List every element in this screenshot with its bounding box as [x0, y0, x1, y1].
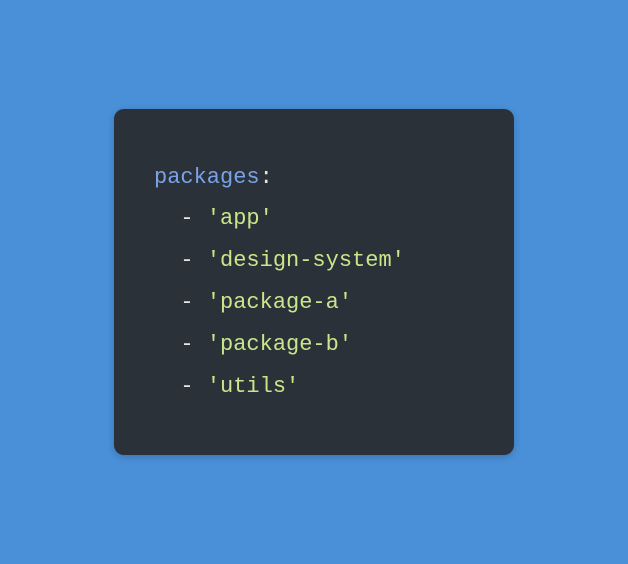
- yaml-string: 'utils': [207, 374, 299, 399]
- yaml-list-item: - 'utils': [154, 366, 474, 408]
- yaml-list-item: - 'design-system': [154, 240, 474, 282]
- yaml-dash: -: [180, 332, 206, 357]
- yaml-list-item: - 'package-a': [154, 282, 474, 324]
- yaml-indent: [154, 374, 180, 399]
- yaml-dash: -: [180, 374, 206, 399]
- yaml-list-item: - 'package-b': [154, 324, 474, 366]
- yaml-list-item: - 'app': [154, 198, 474, 240]
- yaml-string: 'package-a': [207, 290, 352, 315]
- yaml-dash: -: [180, 290, 206, 315]
- yaml-indent: [154, 248, 180, 273]
- yaml-string: 'design-system': [207, 248, 405, 273]
- yaml-indent: [154, 206, 180, 231]
- yaml-code-block: packages: - 'app' - 'design-system' - 'p…: [114, 109, 514, 456]
- yaml-dash: -: [180, 248, 206, 273]
- yaml-colon: :: [260, 165, 273, 190]
- yaml-indent: [154, 290, 180, 315]
- yaml-key: packages: [154, 165, 260, 190]
- yaml-string: 'app': [207, 206, 273, 231]
- yaml-dash: -: [180, 206, 206, 231]
- yaml-key-line: packages:: [154, 157, 474, 199]
- yaml-indent: [154, 332, 180, 357]
- yaml-string: 'package-b': [207, 332, 352, 357]
